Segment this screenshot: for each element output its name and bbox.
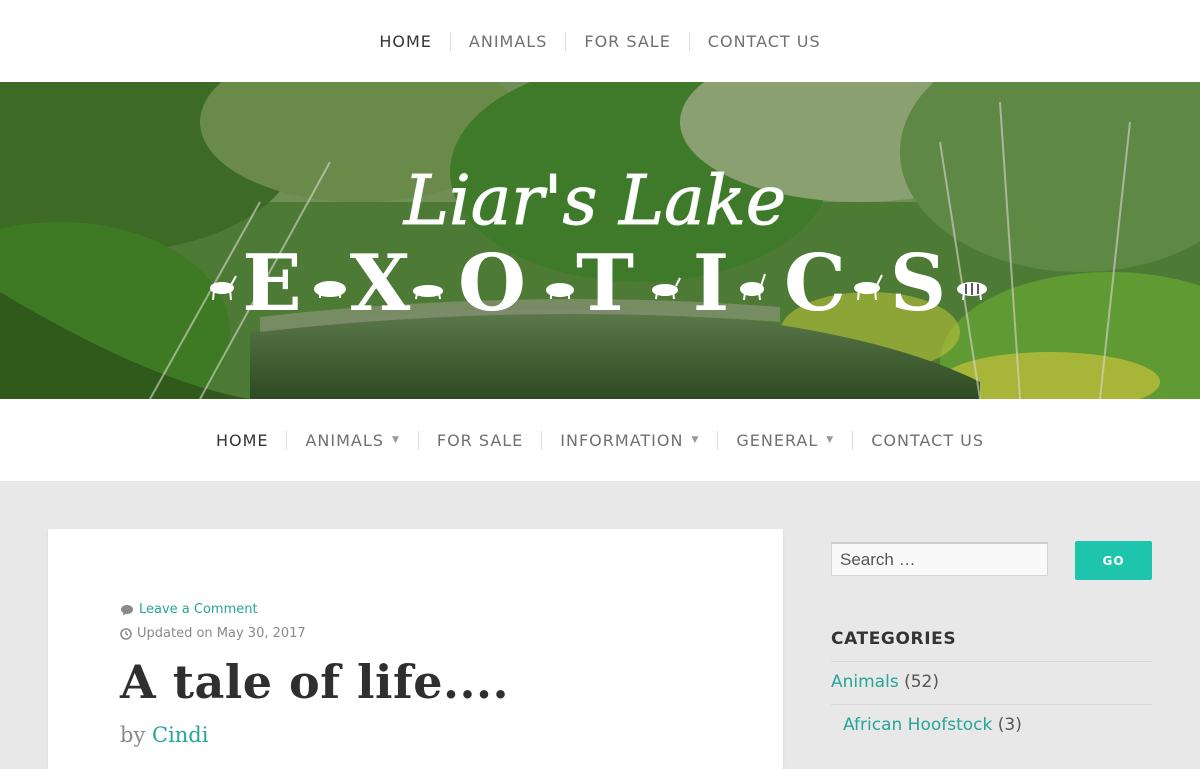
category-count: (3): [997, 715, 1022, 735]
category-count: (52): [904, 672, 939, 692]
goat-icon: [652, 277, 681, 300]
antelope-icon: [854, 274, 883, 301]
main-nav-animals[interactable]: ANIMALS ▼: [286, 430, 417, 450]
top-nav-home[interactable]: HOME: [361, 32, 450, 51]
top-navigation: HOME ANIMALS FOR SALE CONTACT US: [0, 0, 1200, 82]
main-nav-contact-us[interactable]: CONTACT US: [852, 430, 1002, 450]
category-item-african-hoofstock: African Hoofstock (3): [843, 715, 1022, 735]
search-input[interactable]: [831, 542, 1048, 576]
post-byline: by Cindi: [120, 723, 208, 747]
author-link[interactable]: Cindi: [152, 723, 208, 747]
bison-icon: [314, 281, 346, 298]
site-logo[interactable]: Liar's Lake E X O T I C S: [0, 82, 1200, 399]
chevron-down-icon: ▼: [391, 435, 400, 445]
main-navigation: HOME ANIMALS ▼ FOR SALE INFORMATION ▼ GENE…: [0, 399, 1200, 481]
divider: [831, 704, 1152, 705]
logo-letter-i: I: [693, 238, 730, 329]
camel-icon: [740, 273, 766, 301]
main-nav-information[interactable]: INFORMATION ▼: [541, 430, 717, 450]
clock-icon: [120, 627, 132, 640]
big-cat-icon: [413, 285, 443, 300]
divider: [831, 661, 1152, 662]
content-area: Leave a Comment Updated on May 30, 2017 …: [0, 481, 1200, 769]
deer-icon: [210, 275, 237, 301]
top-nav-menu: HOME ANIMALS FOR SALE CONTACT US: [361, 31, 839, 51]
logo-letter-x: X: [350, 238, 411, 329]
logo-letter-o: O: [458, 238, 526, 329]
post-card: Leave a Comment Updated on May 30, 2017 …: [48, 529, 783, 769]
top-nav-for-sale[interactable]: FOR SALE: [565, 31, 688, 51]
updated-date: Updated on May 30, 2017: [137, 626, 306, 641]
post-updated-meta: Updated on May 30, 2017: [120, 626, 306, 641]
main-nav-menu: HOME ANIMALS ▼ FOR SALE INFORMATION ▼ GENE…: [198, 430, 1002, 450]
header-banner: Liar's Lake E X O T I C S: [0, 82, 1200, 399]
logo-letter-s: S: [890, 238, 946, 329]
byline-prefix: by: [120, 723, 146, 747]
chevron-down-icon: ▼: [826, 435, 835, 445]
logo-letter-t: T: [576, 238, 634, 329]
post-comment-meta: Leave a Comment: [120, 602, 258, 617]
main-nav-home[interactable]: HOME: [198, 431, 287, 450]
main-nav-for-sale[interactable]: FOR SALE: [417, 430, 541, 450]
post-title[interactable]: A tale of life....: [120, 655, 509, 709]
boar-icon: [546, 283, 574, 299]
category-link[interactable]: African Hoofstock: [843, 715, 992, 735]
search-go-button[interactable]: GO: [1075, 541, 1152, 580]
logo-script-text: Liar's Lake: [402, 162, 786, 241]
category-link[interactable]: Animals: [831, 672, 899, 692]
category-item-animals: Animals (52): [831, 672, 939, 692]
logo-letter-e: E: [242, 238, 301, 329]
top-nav-contact-us[interactable]: CONTACT US: [688, 31, 839, 51]
zebra-icon: [957, 282, 987, 301]
main-nav-general[interactable]: GENERAL ▼: [717, 430, 852, 450]
top-nav-animals[interactable]: ANIMALS: [449, 31, 565, 51]
chevron-down-icon: ▼: [691, 435, 700, 445]
categories-heading: CATEGORIES: [831, 629, 957, 649]
leave-comment-link[interactable]: Leave a Comment: [139, 602, 258, 617]
logo-letter-c: C: [784, 238, 846, 329]
comment-icon: [120, 604, 134, 616]
